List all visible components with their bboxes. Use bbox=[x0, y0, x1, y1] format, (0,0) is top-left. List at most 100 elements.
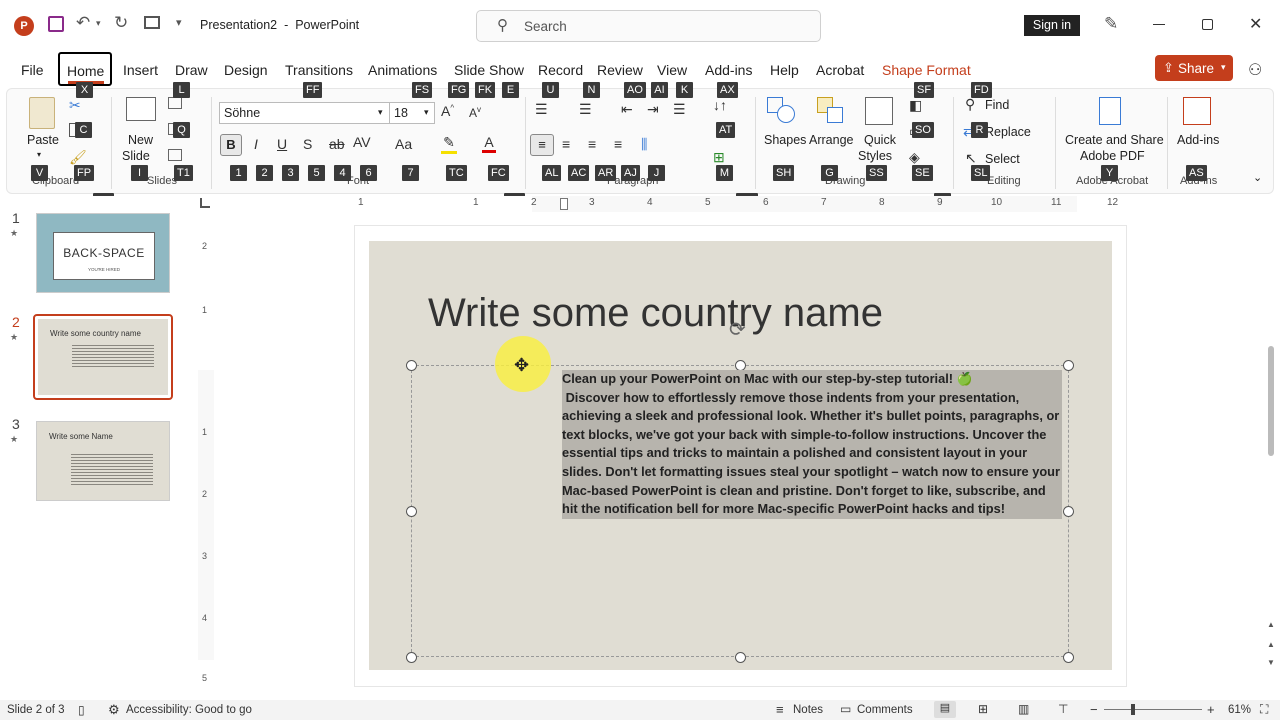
search-box[interactable]: ⚲ Search bbox=[476, 10, 821, 42]
undo-dropdown-icon[interactable]: ▾ bbox=[96, 18, 101, 29]
undo-icon[interactable]: ↶ bbox=[76, 13, 90, 33]
maximize-icon[interactable] bbox=[1202, 19, 1213, 30]
resize-handle-nw[interactable] bbox=[406, 360, 417, 371]
character-spacing-icon[interactable]: AV bbox=[353, 134, 371, 150]
new-slide-label-2[interactable]: Slide bbox=[122, 149, 150, 163]
resize-handle-sw[interactable] bbox=[406, 652, 417, 663]
resize-handle-ne[interactable] bbox=[1063, 360, 1074, 371]
shape-fill-icon[interactable]: ◧ bbox=[909, 97, 922, 114]
bold-button[interactable]: B bbox=[220, 134, 242, 156]
increase-font-icon[interactable]: A^ bbox=[441, 103, 454, 119]
select-button[interactable]: Select bbox=[985, 152, 1020, 166]
tab-view[interactable]: View bbox=[657, 62, 687, 78]
normal-view-icon[interactable]: ▤ bbox=[934, 701, 956, 718]
change-case-icon[interactable]: Aa bbox=[395, 136, 412, 152]
tab-insert[interactable]: Insert bbox=[123, 62, 158, 78]
tab-review[interactable]: Review bbox=[597, 62, 643, 78]
slideshow-view-icon[interactable]: ⊤ bbox=[1058, 702, 1068, 716]
new-slide-icon[interactable] bbox=[126, 97, 156, 121]
next-slide-icon[interactable]: ▼ bbox=[1267, 658, 1275, 667]
tab-home-frame[interactable]: Home bbox=[58, 52, 112, 86]
cut-icon[interactable]: ✂ bbox=[69, 97, 81, 114]
zoom-slider-thumb[interactable] bbox=[1131, 704, 1135, 715]
format-painter-icon[interactable]: 🖌 bbox=[69, 149, 87, 166]
zoom-out-icon[interactable]: − bbox=[1090, 702, 1098, 717]
tab-help[interactable]: Help bbox=[770, 62, 799, 78]
align-center-icon[interactable]: ≡ bbox=[562, 136, 570, 152]
tab-animations[interactable]: Animations bbox=[368, 62, 437, 78]
replace-button[interactable]: Replace bbox=[985, 125, 1031, 139]
zoom-slider[interactable] bbox=[1104, 704, 1202, 715]
tab-shape-format[interactable]: Shape Format bbox=[882, 62, 971, 78]
adobe-pdf-icon[interactable] bbox=[1099, 97, 1121, 125]
find-button[interactable]: Find bbox=[985, 98, 1009, 112]
numbering-icon[interactable]: ☰ bbox=[579, 101, 592, 118]
underline-button[interactable]: U bbox=[277, 136, 287, 152]
strikethrough-button[interactable]: ab bbox=[329, 136, 345, 152]
indent-marker[interactable] bbox=[560, 198, 568, 210]
quick-styles-icon[interactable] bbox=[865, 97, 893, 125]
scroll-up-icon[interactable]: ▲ bbox=[1267, 620, 1275, 629]
accessibility-status[interactable]: Accessibility: Good to go bbox=[126, 704, 252, 716]
shape-effects-icon[interactable]: ◈ bbox=[909, 149, 920, 166]
resize-handle-s[interactable] bbox=[735, 652, 746, 663]
minimize-icon[interactable] bbox=[1153, 24, 1165, 25]
sign-in-button[interactable]: Sign in bbox=[1024, 15, 1080, 36]
slide-thumbnail-1[interactable]: BACK-SPACE YOU'RE HIRED bbox=[36, 213, 170, 293]
smartart-icon[interactable]: ⊞ bbox=[713, 149, 725, 166]
collapse-ribbon-icon[interactable]: ⌄ bbox=[1253, 171, 1262, 184]
new-slide-label-1[interactable]: New bbox=[128, 133, 153, 147]
customize-toolbar-icon[interactable]: ▾ bbox=[176, 16, 182, 29]
slide-body-text[interactable]: Clean up your PowerPoint on Mac with our… bbox=[562, 370, 1062, 519]
add-ins-icon[interactable] bbox=[1183, 97, 1211, 125]
decrease-font-icon[interactable]: Av bbox=[469, 105, 481, 120]
quick-styles-label-1[interactable]: Quick bbox=[864, 133, 896, 147]
tab-file[interactable]: File bbox=[21, 62, 44, 78]
paste-icon[interactable] bbox=[29, 97, 55, 129]
tab-draw[interactable]: Draw bbox=[175, 62, 208, 78]
comments-button[interactable]: Comments bbox=[857, 704, 913, 716]
shadow-button[interactable]: S bbox=[303, 136, 312, 152]
text-direction-icon[interactable]: ↓↑ bbox=[713, 97, 727, 113]
zoom-in-icon[interactable]: + bbox=[1207, 702, 1215, 717]
previous-slide-icon[interactable]: ▲ bbox=[1267, 640, 1275, 649]
resize-handle-e[interactable] bbox=[1063, 506, 1074, 517]
designer-icon[interactable]: ✎ bbox=[1104, 14, 1118, 34]
comments-feedback-icon[interactable]: ⚇ bbox=[1248, 60, 1262, 80]
slide-canvas[interactable]: Write some country name ⟳ Clean up your … bbox=[369, 241, 1112, 670]
reading-view-icon[interactable]: ▥ bbox=[1018, 702, 1029, 716]
decrease-indent-icon[interactable]: ⇤ bbox=[621, 101, 633, 118]
notes-icon[interactable]: ≡ bbox=[776, 702, 784, 717]
close-icon[interactable]: ✕ bbox=[1249, 14, 1262, 34]
tab-record[interactable]: Record bbox=[538, 62, 583, 78]
redo-icon[interactable]: ↻ bbox=[114, 13, 128, 33]
comments-icon[interactable]: ▭ bbox=[840, 702, 851, 716]
paste-dropdown-icon[interactable]: ▾ bbox=[37, 150, 41, 159]
layout-icon[interactable] bbox=[168, 97, 182, 109]
font-name-select[interactable]: Söhne ▾ bbox=[219, 102, 391, 124]
tab-home[interactable]: Home bbox=[67, 63, 104, 79]
shapes-icon[interactable] bbox=[767, 97, 797, 125]
present-icon[interactable] bbox=[144, 16, 160, 29]
slide-sorter-icon[interactable]: ⊞ bbox=[978, 702, 988, 716]
find-icon[interactable]: ⚲ bbox=[965, 96, 975, 113]
font-size-select[interactable]: 18 ▾ bbox=[389, 102, 435, 124]
resize-handle-se[interactable] bbox=[1063, 652, 1074, 663]
paste-button[interactable]: Paste bbox=[27, 133, 59, 147]
create-share-label-1[interactable]: Create and Share bbox=[1065, 133, 1164, 147]
save-icon[interactable] bbox=[48, 16, 64, 32]
bullets-icon[interactable]: ☰ bbox=[535, 101, 548, 118]
slide-thumbnail-2-selected[interactable]: Write some country name bbox=[33, 314, 173, 400]
fit-to-window-icon[interactable]: ⛶ bbox=[1260, 702, 1268, 717]
slide-thumbnail-3[interactable]: Write some Name bbox=[36, 421, 170, 501]
highlight-icon[interactable]: ✎ bbox=[441, 134, 457, 154]
ruler-corner-icon[interactable] bbox=[200, 198, 210, 208]
tab-transitions[interactable]: Transitions bbox=[285, 62, 353, 78]
scroll-thumb[interactable] bbox=[1268, 346, 1274, 456]
font-color-icon[interactable]: A bbox=[482, 134, 496, 153]
arrange-button[interactable]: Arrange bbox=[809, 133, 853, 147]
quick-styles-label-2[interactable]: Styles bbox=[858, 149, 892, 163]
shapes-button[interactable]: Shapes bbox=[764, 133, 806, 147]
add-ins-button[interactable]: Add-ins bbox=[1177, 133, 1219, 147]
tab-acrobat[interactable]: Acrobat bbox=[816, 62, 864, 78]
